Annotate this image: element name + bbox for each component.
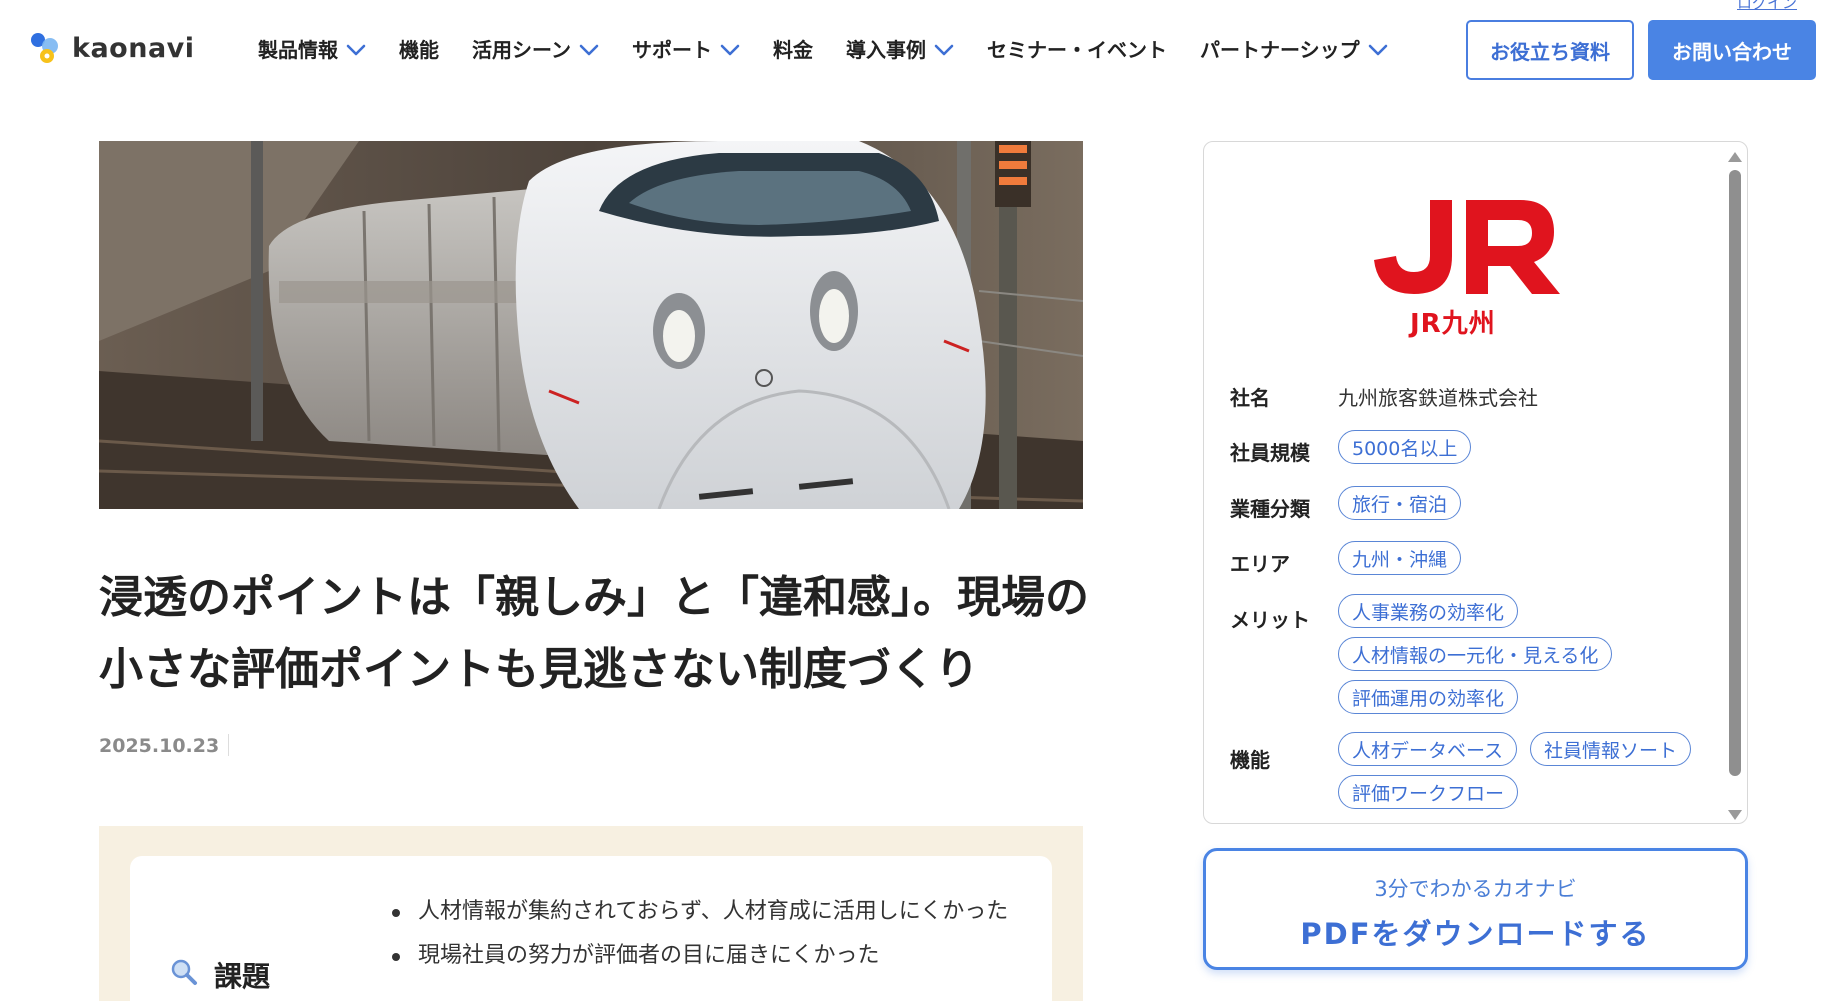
logo-mark-icon bbox=[28, 28, 66, 68]
scroll-down-arrow-icon[interactable] bbox=[1727, 806, 1743, 825]
nav-label: サポート bbox=[632, 38, 712, 62]
hero-train-image bbox=[99, 141, 1083, 509]
chevron-down-icon bbox=[934, 37, 954, 61]
scroll-up-arrow-icon[interactable] bbox=[1727, 148, 1743, 167]
resources-button[interactable]: お役立ち資料 bbox=[1466, 20, 1634, 80]
company-name-value: 九州旅客鉄道株式会社 bbox=[1338, 386, 1538, 410]
jr-logo-caption: JR九州 bbox=[1410, 309, 1496, 339]
nav-label: パートナーシップ bbox=[1200, 38, 1360, 62]
tag-merit[interactable]: 評価運用の効率化 bbox=[1338, 680, 1519, 714]
article-title: 浸透のポイントは「親しみ」と「違和感」。現場の小さな評価ポイントも見逃さない制度… bbox=[99, 572, 1089, 695]
login-link[interactable]: ログイン bbox=[1737, 0, 1797, 13]
chevron-down-icon bbox=[720, 37, 740, 61]
nav-label: 機能 bbox=[399, 38, 439, 62]
nav-item-partnership[interactable]: パートナーシップ bbox=[1200, 34, 1388, 63]
tag-industry[interactable]: 旅行・宿泊 bbox=[1338, 486, 1462, 520]
main-nav: 製品情報 機能 活用シーン サポート 料金 導入事例 セミナー・イベント パート… bbox=[258, 34, 1421, 63]
nav-item-seminars[interactable]: セミナー・イベント bbox=[987, 34, 1167, 63]
pdf-main-label: PDFをダウンロードする bbox=[1300, 917, 1651, 951]
area-label: エリア bbox=[1230, 552, 1290, 576]
site-header: kaonavi ログイン 製品情報 機能 活用シーン サポート 料金 導入事例 … bbox=[0, 0, 1840, 100]
publish-date: 2025.10.23 bbox=[99, 735, 220, 757]
tag-feature[interactable]: 人材データベース bbox=[1338, 732, 1518, 766]
pdf-subtitle: 3分でわかるカオナビ bbox=[1374, 877, 1577, 901]
chevron-down-icon bbox=[1368, 37, 1388, 61]
scrollbar-thumb[interactable] bbox=[1729, 170, 1741, 776]
tag-merit[interactable]: 人事業務の効率化 bbox=[1338, 594, 1519, 628]
chevron-down-icon bbox=[346, 37, 366, 61]
issue-list: 人材情報が集約されておらず、人材育成に活用しにくかった 現場社員の努力が評価者の… bbox=[390, 890, 1010, 978]
tag-company-size[interactable]: 5000名以上 bbox=[1338, 430, 1472, 464]
nav-label: 導入事例 bbox=[846, 38, 926, 62]
company-size-label: 社員規模 bbox=[1230, 441, 1310, 465]
issue-label: 課題 bbox=[214, 960, 271, 993]
tag-feature[interactable]: 評価ワークフロー bbox=[1338, 775, 1519, 809]
contact-button[interactable]: お問い合わせ bbox=[1648, 20, 1816, 80]
jr-kyushu-logo bbox=[1370, 196, 1560, 302]
tag-area[interactable]: 九州・沖縄 bbox=[1338, 541, 1462, 575]
date-separator bbox=[228, 734, 229, 756]
issue-item: 現場社員の努力が評価者の目に届きにくかった bbox=[390, 934, 1010, 978]
nav-item-features[interactable]: 機能 bbox=[399, 34, 439, 63]
nav-label: 活用シーン bbox=[472, 38, 571, 62]
feature-label: 機能 bbox=[1230, 748, 1270, 772]
tag-feature[interactable]: 社員情報ソート bbox=[1530, 732, 1692, 766]
logo-text: kaonavi bbox=[72, 32, 195, 64]
nav-item-use-cases[interactable]: 活用シーン bbox=[472, 34, 599, 63]
nav-label: 料金 bbox=[773, 38, 813, 62]
pdf-download-button[interactable]: 3分でわかるカオナビ PDFをダウンロードする bbox=[1203, 848, 1748, 970]
nav-label: 製品情報 bbox=[258, 38, 338, 62]
nav-item-support[interactable]: サポート bbox=[632, 34, 740, 63]
chevron-down-icon bbox=[579, 37, 599, 61]
kaonavi-logo[interactable]: kaonavi bbox=[28, 28, 195, 68]
issue-item: 人材情報が集約されておらず、人材育成に活用しにくかった bbox=[390, 890, 1010, 934]
company-name-label: 社名 bbox=[1230, 386, 1270, 410]
nav-item-case-studies[interactable]: 導入事例 bbox=[846, 34, 954, 63]
issue-heading: 課題 bbox=[170, 955, 270, 995]
nav-item-pricing[interactable]: 料金 bbox=[773, 34, 813, 63]
magnifier-icon bbox=[170, 958, 198, 993]
industry-label: 業種分類 bbox=[1230, 497, 1310, 521]
merit-label: メリット bbox=[1230, 608, 1310, 632]
nav-label: セミナー・イベント bbox=[987, 38, 1167, 62]
nav-item-products[interactable]: 製品情報 bbox=[258, 34, 366, 63]
tag-merit[interactable]: 人材情報の一元化・見える化 bbox=[1338, 637, 1613, 671]
